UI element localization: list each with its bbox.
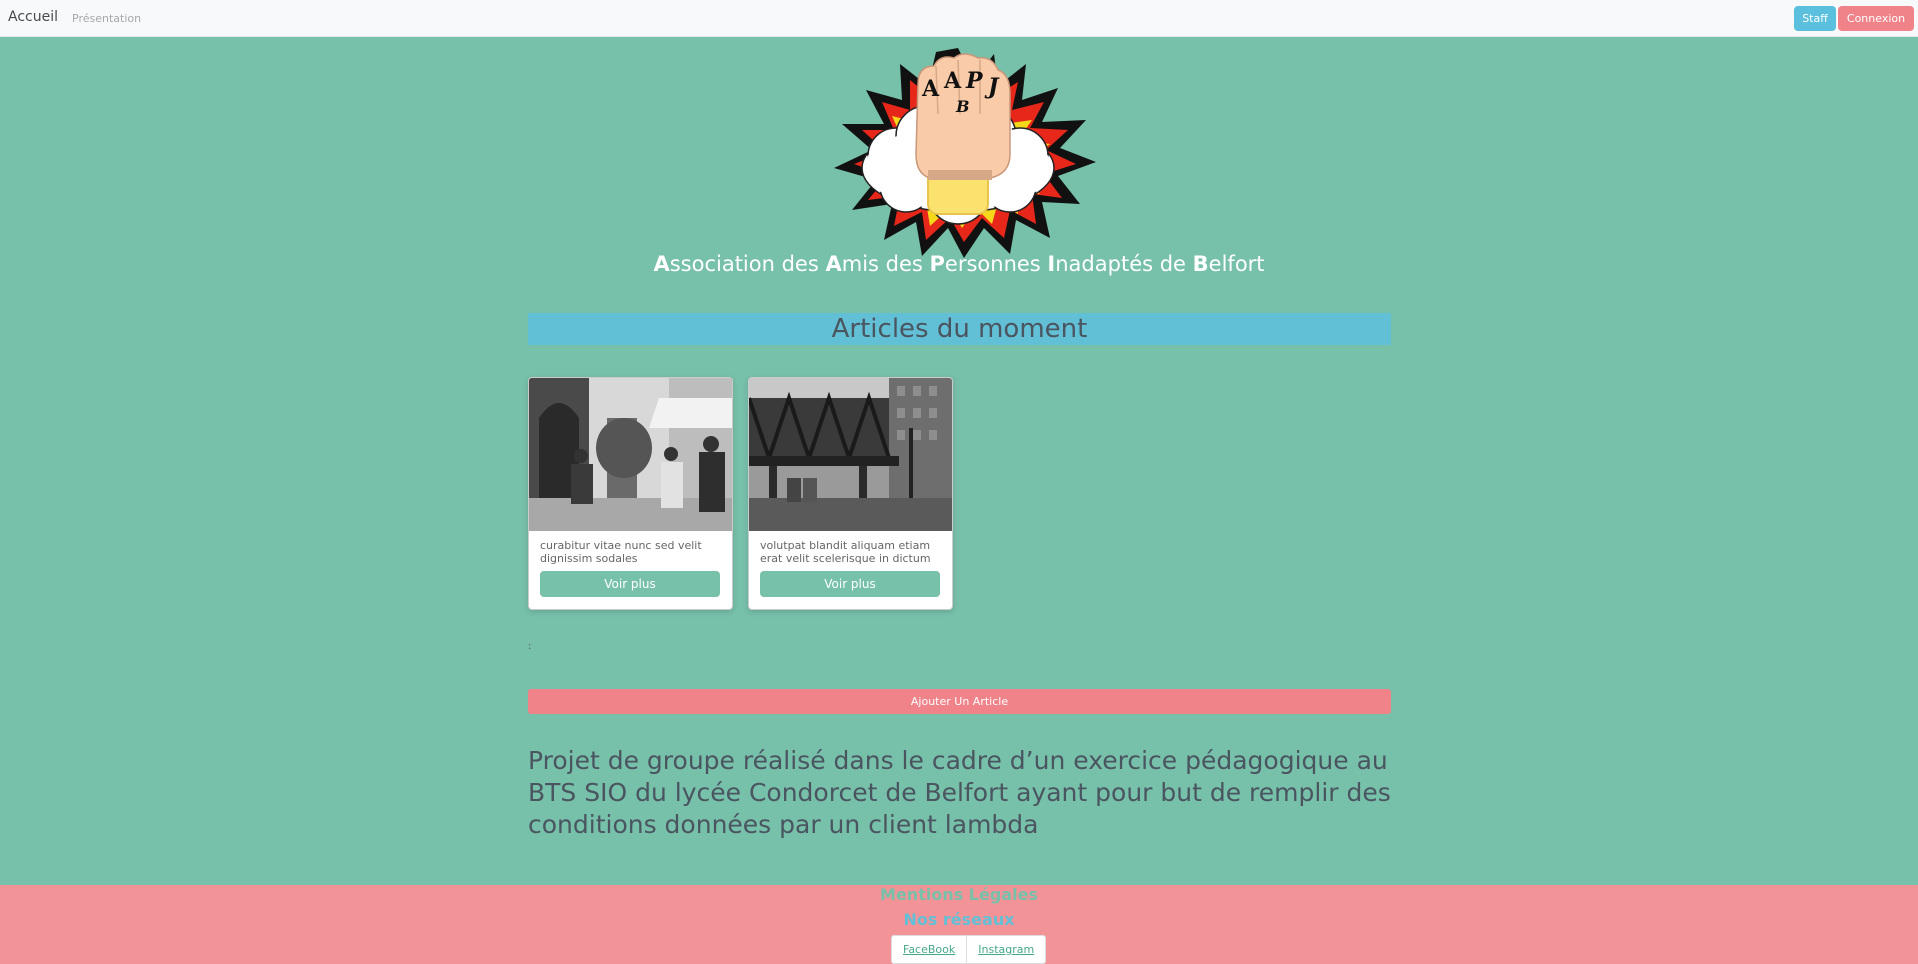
svg-text:A: A bbox=[921, 76, 940, 102]
site-title: Association des Amis des Personnes Inada… bbox=[528, 252, 1390, 276]
title-part-3: Personnes bbox=[929, 252, 1048, 276]
mentions-legales-link[interactable]: Mentions Légales bbox=[0, 886, 1918, 904]
article-image-street bbox=[529, 378, 732, 531]
separator-mark: : bbox=[528, 641, 532, 652]
staff-button[interactable]: Staff bbox=[1794, 6, 1836, 31]
add-article-button[interactable]: Ajouter Un Article bbox=[528, 689, 1391, 714]
connexion-button[interactable]: Connexion bbox=[1838, 6, 1914, 31]
article-image-bridge bbox=[749, 378, 952, 531]
project-description: Projet de groupe réalisé dans le cadre d… bbox=[528, 746, 1391, 839]
nav-home-link[interactable]: Accueil bbox=[8, 9, 58, 25]
article-excerpt: volutpat blandit aliquam etiam erat veli… bbox=[760, 539, 931, 565]
articles-heading: Articles du moment bbox=[528, 313, 1391, 345]
voir-plus-button[interactable]: Voir plus bbox=[760, 571, 940, 597]
article-card: curabitur vitae nunc sed velit dignissim… bbox=[528, 377, 733, 610]
facebook-link[interactable]: FaceBook bbox=[892, 936, 966, 963]
article-excerpt: curabitur vitae nunc sed velit dignissim… bbox=[540, 539, 702, 565]
svg-text:A: A bbox=[943, 68, 962, 94]
footer: Mentions Légales Nos réseaux FaceBook In… bbox=[0, 885, 1918, 964]
title-part-5: Belfort bbox=[1192, 252, 1265, 276]
title-part-4: Inadaptés de bbox=[1047, 252, 1193, 276]
social-links: FaceBook Instagram bbox=[891, 935, 1047, 964]
svg-text:P: P bbox=[965, 68, 984, 94]
nav-presentation-link[interactable]: Présentation bbox=[72, 12, 141, 25]
article-card: volutpat blandit aliquam etiam erat veli… bbox=[748, 377, 953, 610]
instagram-link[interactable]: Instagram bbox=[966, 936, 1045, 963]
navbar: Accueil Présentation Staff Connexion bbox=[0, 0, 1918, 37]
title-part-2: Amis des bbox=[825, 252, 930, 276]
social-heading: Nos réseaux bbox=[903, 910, 1015, 929]
voir-plus-button[interactable]: Voir plus bbox=[540, 571, 720, 597]
svg-text:B: B bbox=[955, 97, 970, 116]
title-part-1: Association des bbox=[653, 252, 826, 276]
aapjb-logo: A A P J B bbox=[814, 44, 1102, 258]
